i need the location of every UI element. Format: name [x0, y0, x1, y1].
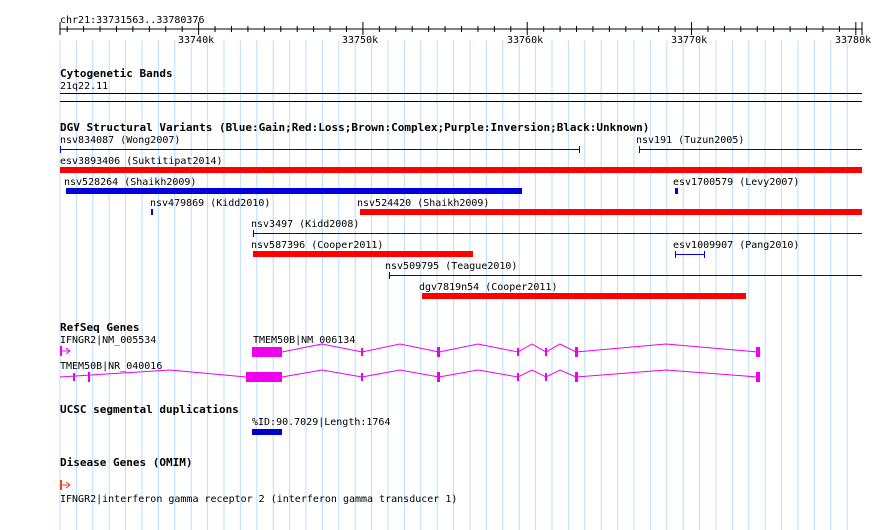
segdup-label[interactable]: %ID:90.7029|Length:1764	[252, 417, 390, 428]
right-arrow-icon	[60, 346, 71, 356]
segdup-bar[interactable]	[252, 429, 282, 435]
gene-models[interactable]	[0, 0, 890, 530]
right-arrow-icon	[60, 480, 71, 490]
omim-gene-label[interactable]: IFNGR2|interferon gamma receptor 2 (inte…	[60, 494, 457, 505]
gene-model-tmem50b-nr[interactable]	[59, 369, 760, 382]
gene-model-tmem50b-nm[interactable]	[252, 343, 760, 357]
track-title-omim: Disease Genes (OMIM)	[60, 456, 193, 469]
track-title-segdups: UCSC segmental duplications	[60, 403, 239, 416]
